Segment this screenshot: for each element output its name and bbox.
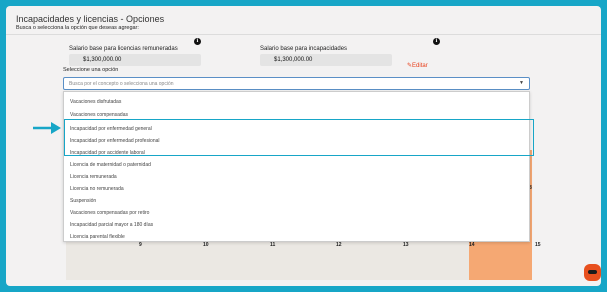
dropdown-option[interactable]: Vacaciones disfrutadas	[64, 96, 529, 108]
select-label: Seleccione una opción	[63, 67, 119, 73]
dropdown-option[interactable]: Licencia remunerada	[64, 171, 529, 183]
header-divider	[6, 34, 601, 35]
caret-down-icon[interactable]: ▼	[519, 80, 524, 86]
info-icon[interactable]: i	[194, 38, 201, 45]
info-icon[interactable]: i	[433, 38, 440, 45]
edit-label: Editar	[412, 63, 428, 69]
salary-remunerated-label: Salario base para licencias remuneradas	[69, 46, 178, 52]
page-subtitle: Busca o selecciona la opción que deseas …	[16, 25, 139, 31]
arrow-right-icon	[33, 122, 61, 134]
incapacity-options-highlight	[64, 119, 534, 156]
dropdown-option[interactable]: Licencia parental flexible	[64, 231, 529, 243]
option-search-select[interactable]: Busca por el concepto o selecciona una o…	[63, 77, 530, 90]
dropdown-option[interactable]: Licencia de maternidad o paternidad	[64, 159, 529, 171]
chat-button[interactable]	[584, 264, 601, 281]
calendar-day-number: 15	[535, 242, 541, 248]
dropdown-option[interactable]: Suspensión	[64, 195, 529, 207]
chat-icon	[588, 270, 597, 274]
dropdown-option[interactable]: Licencia no remunerada	[64, 183, 529, 195]
salary-incapacity-label: Salario base para incapacidades	[260, 46, 348, 52]
salary-incapacity-value: $1,300,000.00	[260, 54, 392, 66]
select-placeholder: Busca por el concepto o selecciona una o…	[69, 81, 174, 87]
dropdown-option[interactable]: Vacaciones compensadas por retiro	[64, 207, 529, 219]
page-title: Incapacidades y licencias - Opciones	[16, 14, 165, 24]
salary-remunerated-value: $1,300,000.00	[69, 54, 201, 66]
edit-salary-link[interactable]: ✎Editar	[407, 62, 428, 69]
options-dropdown: Vacaciones disfrutadas Vacaciones compen…	[63, 91, 530, 242]
dropdown-option[interactable]: Incapacidad parcial mayor a 180 días	[64, 219, 529, 231]
